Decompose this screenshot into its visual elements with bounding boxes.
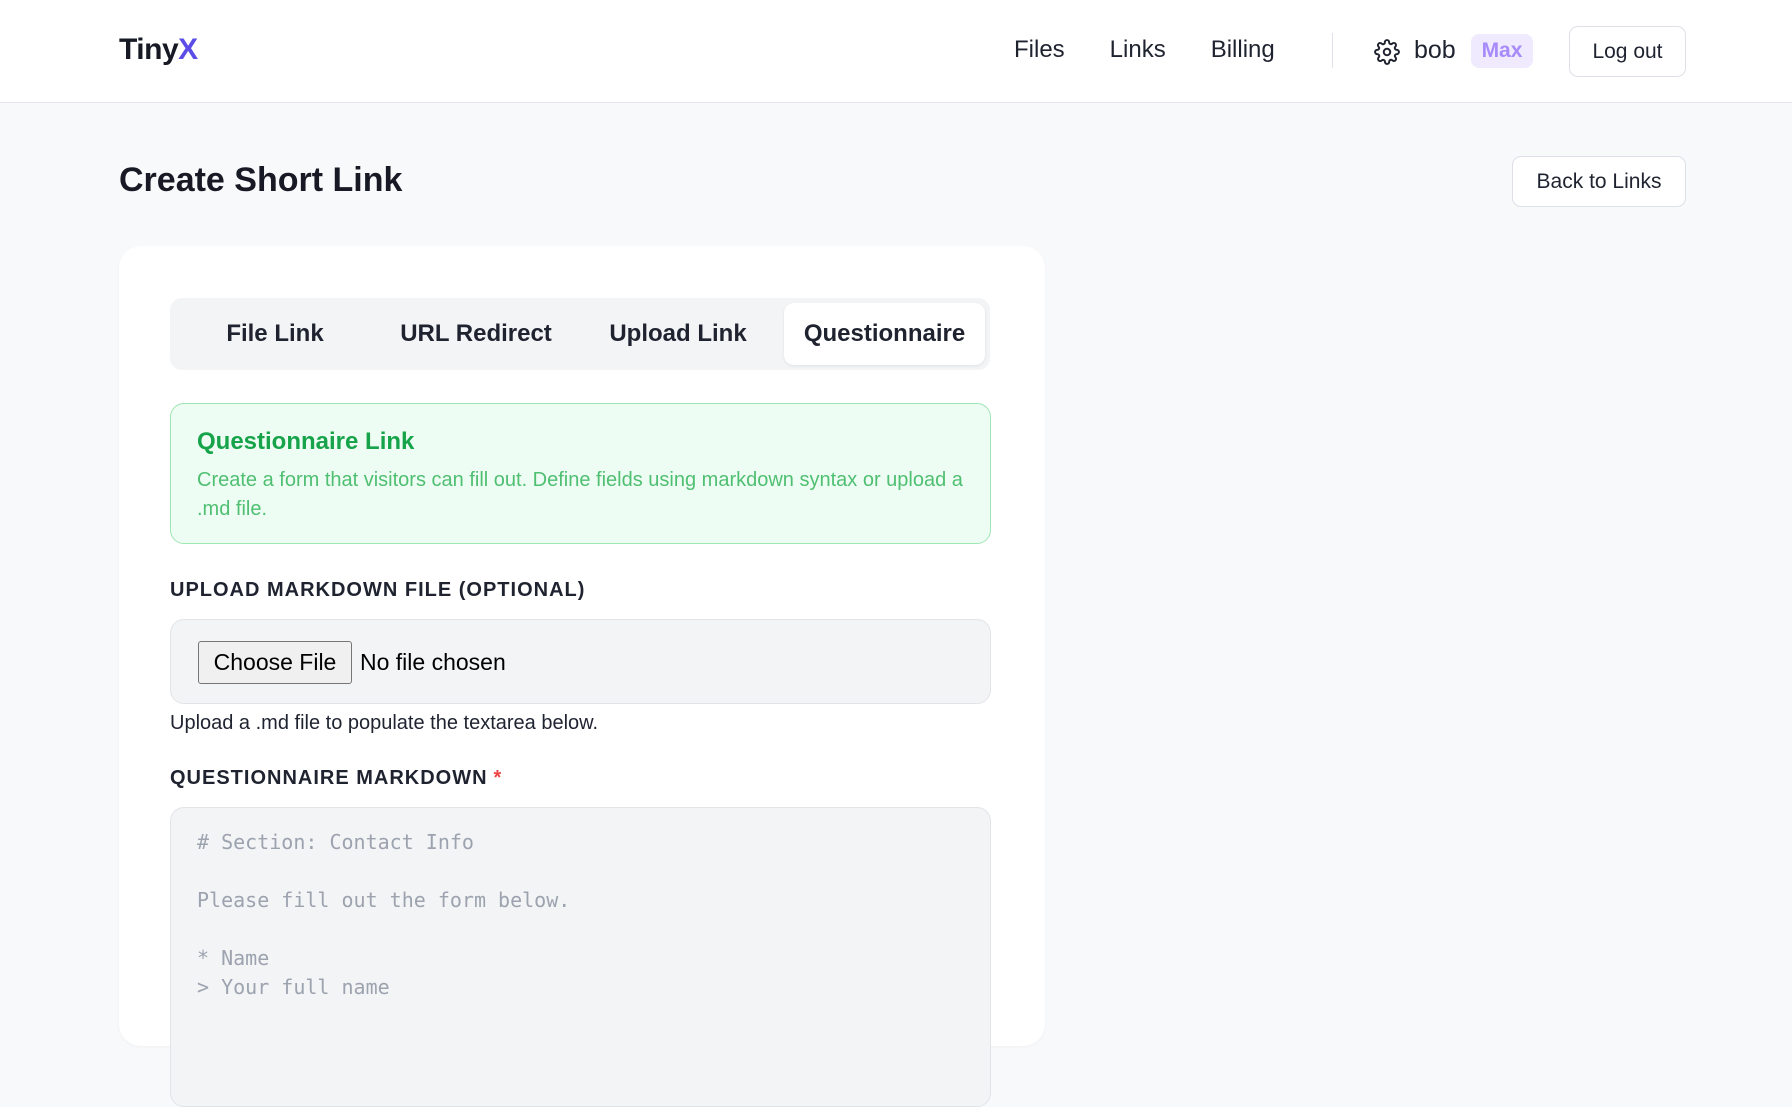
- info-description: Create a form that visitors can fill out…: [197, 469, 963, 520]
- markdown-label-text: QUESTIONNAIRE MARKDOWN: [170, 767, 488, 789]
- tab-url-redirect[interactable]: URL Redirect: [375, 303, 577, 365]
- username[interactable]: bob: [1414, 36, 1456, 65]
- logo-accent: X: [178, 33, 198, 66]
- upload-label: UPLOAD MARKDOWN FILE (OPTIONAL): [170, 579, 586, 601]
- logo-text: Tiny: [119, 33, 179, 66]
- create-link-card: File Link URL Redirect Upload Link Quest…: [119, 246, 1045, 1107]
- tab-upload-link[interactable]: Upload Link: [577, 303, 779, 365]
- gear-icon[interactable]: [1374, 39, 1400, 65]
- link-type-tabs: File Link URL Redirect Upload Link Quest…: [170, 298, 990, 370]
- file-status: No file chosen: [360, 649, 506, 675]
- file-upload-field[interactable]: Choose File No file chosen: [170, 619, 991, 704]
- top-header: TinyX Files Links Billing bob Max Log ou…: [0, 0, 1792, 103]
- required-marker: *: [493, 767, 503, 789]
- tab-file-link[interactable]: File Link: [175, 303, 375, 365]
- page-title: Create Short Link: [119, 161, 403, 199]
- nav-files[interactable]: Files: [1014, 36, 1065, 64]
- tab-questionnaire[interactable]: Questionnaire: [784, 303, 985, 365]
- back-to-links-button[interactable]: Back to Links: [1512, 156, 1686, 207]
- nav-billing[interactable]: Billing: [1211, 36, 1275, 64]
- upload-helper-text: Upload a .md file to populate the textar…: [170, 712, 599, 734]
- markdown-label: QUESTIONNAIRE MARKDOWN *: [170, 767, 502, 790]
- markdown-textarea[interactable]: # Section: Contact Info Please fill out …: [170, 807, 991, 1107]
- main-nav: Files Links Billing: [1014, 36, 1320, 64]
- nav-links[interactable]: Links: [1110, 36, 1166, 64]
- logout-button[interactable]: Log out: [1569, 26, 1686, 77]
- logo[interactable]: TinyX: [119, 33, 198, 67]
- info-title: Questionnaire Link: [197, 428, 415, 455]
- info-box: Questionnaire Link Create a form that vi…: [170, 403, 991, 544]
- plan-badge: Max: [1471, 34, 1533, 68]
- nav-divider: [1332, 33, 1333, 68]
- choose-file-button[interactable]: Choose File: [198, 641, 352, 684]
